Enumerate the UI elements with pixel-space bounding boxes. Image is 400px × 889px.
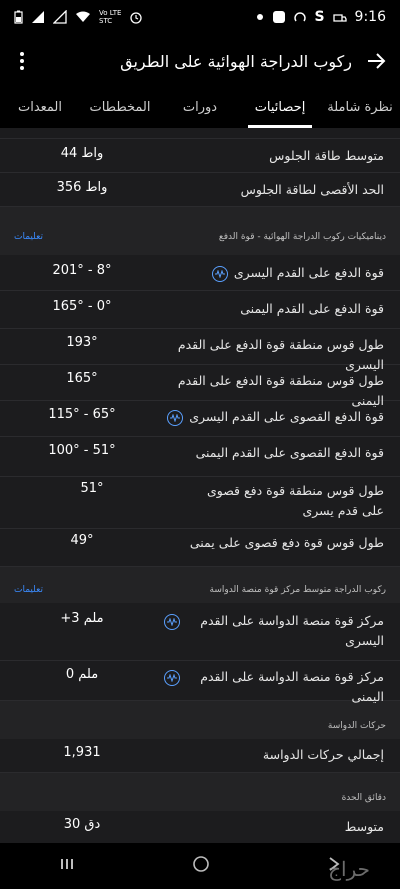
- status-right: S 9:16: [256, 9, 386, 25]
- status-time: 9:16: [354, 9, 386, 25]
- stat-label: مركز قوة منصة الدواسة على القدم اليمنى: [164, 667, 384, 707]
- status-left: Vo LTE STC: [14, 9, 143, 25]
- stat-label: طول قوس منطقة قوة دفع قصوى على قدم يسرى: [206, 483, 384, 518]
- stat-label: إجمالي حركات الدواسة: [262, 747, 384, 762]
- stat-label: متوسط: [344, 819, 384, 834]
- more-options-icon[interactable]: [14, 46, 30, 76]
- app-2-icon: [294, 11, 307, 23]
- stat-label: طول قوس منطقة قوة الدفع على القدم اليسرى: [177, 337, 384, 372]
- section-title: ركوب الدراجة متوسط مركز قوة منصة الدواسة: [209, 585, 386, 595]
- wifi-icon: [75, 11, 91, 23]
- home-icon[interactable]: [192, 855, 210, 878]
- stat-value: 100° - 51°: [48, 443, 116, 458]
- tab-laps[interactable]: دورات: [160, 88, 240, 128]
- stat-row: طول قوس منطقة قوة الدفع على القدم اليسرى…: [0, 329, 400, 372]
- pedal-info-icon[interactable]: [211, 266, 228, 282]
- stat-row: قوة الدفع على القدم اليمنى 165° - 0°: [0, 291, 400, 329]
- stat-value: +3 ملم: [60, 611, 104, 626]
- section-header-timing: دقائق الحدة: [0, 773, 400, 811]
- stat-value: 201° - 8°: [52, 263, 112, 278]
- help-link[interactable]: تعليمات: [14, 232, 43, 242]
- help-link[interactable]: تعليمات: [14, 585, 43, 595]
- stat-row: طول قوس منطقة قوة الدفع على القدم اليمنى…: [0, 365, 400, 408]
- watermark-logo: حراج: [328, 857, 370, 881]
- stat-row: مركز قوة منصة الدواسة على القدم اليسرى +…: [0, 603, 400, 661]
- stat-row: الحد الأقصى لطاقة الجلوس 356 واط: [0, 173, 400, 207]
- scroll-edge: [0, 128, 400, 139]
- status-bar: Vo LTE STC S 9:16: [0, 0, 400, 34]
- stat-value: 30 دق: [63, 817, 101, 832]
- stat-label: طول قوس قوة دفع قصوى على يمنى: [189, 535, 384, 550]
- stat-value: 165° - 0°: [52, 299, 112, 314]
- stat-row: متوسط طاقة الجلوس 44 واط: [0, 139, 400, 173]
- stat-label: قوة الدفع على القدم اليمنى: [240, 301, 384, 316]
- stat-label: قوة الدفع على القدم اليسرى: [164, 263, 384, 283]
- pedal-info-icon[interactable]: [167, 410, 184, 426]
- app-bar: ركوب الدراجة الهوائية على الطريق: [0, 34, 400, 88]
- stat-label: قوة الدفع القصوى على القدم اليسرى: [164, 407, 384, 427]
- tab-overview[interactable]: نظرة شاملة: [320, 88, 400, 128]
- stat-value: 0 ملم: [65, 667, 99, 682]
- back-arrow-icon[interactable]: [366, 52, 386, 70]
- section-header-power: ديناميكيات ركوب الدراجة الهوائية - قوة ا…: [0, 207, 400, 255]
- battery-icon: [14, 10, 23, 24]
- s-app-icon: S: [314, 9, 325, 25]
- stat-row: طول قوس قوة دفع قصوى على يمنى 49°: [0, 529, 400, 567]
- tab-bar: نظرة شاملة إحصائيات دورات المخططات المعد…: [0, 88, 400, 128]
- stat-value: 115° - 65°: [48, 407, 116, 422]
- tab-charts[interactable]: المخططات: [80, 88, 160, 128]
- app-icon: [272, 10, 286, 24]
- stat-row: قوة الدفع القصوى على القدم اليمنى 100° -…: [0, 437, 400, 477]
- stat-label: طول قوس منطقة قوة الدفع على القدم اليمنى: [177, 373, 384, 408]
- stat-value: 49°: [70, 533, 94, 548]
- signal-icon: [31, 10, 45, 24]
- signal-2-icon: [53, 10, 67, 24]
- stat-label: الحد الأقصى لطاقة الجلوس: [240, 182, 384, 197]
- page-title: ركوب الدراجة الهوائية على الطريق: [120, 51, 352, 71]
- section-title: ديناميكيات ركوب الدراجة الهوائية - قوة ا…: [218, 232, 386, 242]
- stat-value: 193°: [66, 335, 98, 350]
- stat-row: إجمالي حركات الدواسة 1,931: [0, 739, 400, 773]
- section-title: دقائق الحدة: [341, 793, 386, 803]
- stat-value: 44 واط: [60, 146, 104, 161]
- notification-dot-icon: [256, 13, 264, 21]
- stat-row: قوة الدفع على القدم اليسرى 201° - 8°: [0, 255, 400, 291]
- stat-value: 1,931: [63, 745, 101, 760]
- stats-list[interactable]: متوسط طاقة الجلوس 44 واط الحد الأقصى لطا…: [0, 128, 400, 845]
- section-header-pedal: ركوب الدراجة متوسط مركز قوة منصة الدواسة…: [0, 567, 400, 603]
- alarm-icon: [129, 10, 143, 24]
- stat-row: طول قوس منطقة قوة دفع قصوى على قدم يسرى …: [0, 477, 400, 529]
- stat-label: قوة الدفع القصوى على القدم اليمنى: [195, 445, 384, 460]
- network-label: Vo LTE STC: [99, 9, 122, 25]
- stat-label: مركز قوة منصة الدواسة على القدم اليسرى: [164, 611, 384, 651]
- pedal-info-icon[interactable]: [164, 670, 180, 686]
- pedal-info-icon[interactable]: [164, 614, 180, 630]
- stat-row: قوة الدفع القصوى على القدم اليسرى 115° -…: [0, 401, 400, 437]
- delivery-app-icon: [332, 11, 347, 23]
- tab-gear[interactable]: المعدات: [0, 88, 80, 128]
- section-title: حركات الدواسة: [327, 721, 386, 731]
- recent-apps-icon[interactable]: [59, 856, 75, 877]
- stat-value: 165°: [66, 371, 98, 386]
- stat-label: متوسط طاقة الجلوس: [269, 148, 384, 163]
- stat-row: مركز قوة منصة الدواسة على القدم اليمنى 0…: [0, 661, 400, 704]
- stat-row: متوسط 30 دق: [0, 811, 400, 845]
- stat-value: 356 واط: [56, 180, 108, 195]
- tab-stats[interactable]: إحصائيات: [240, 88, 320, 128]
- stat-value: 51°: [80, 481, 104, 496]
